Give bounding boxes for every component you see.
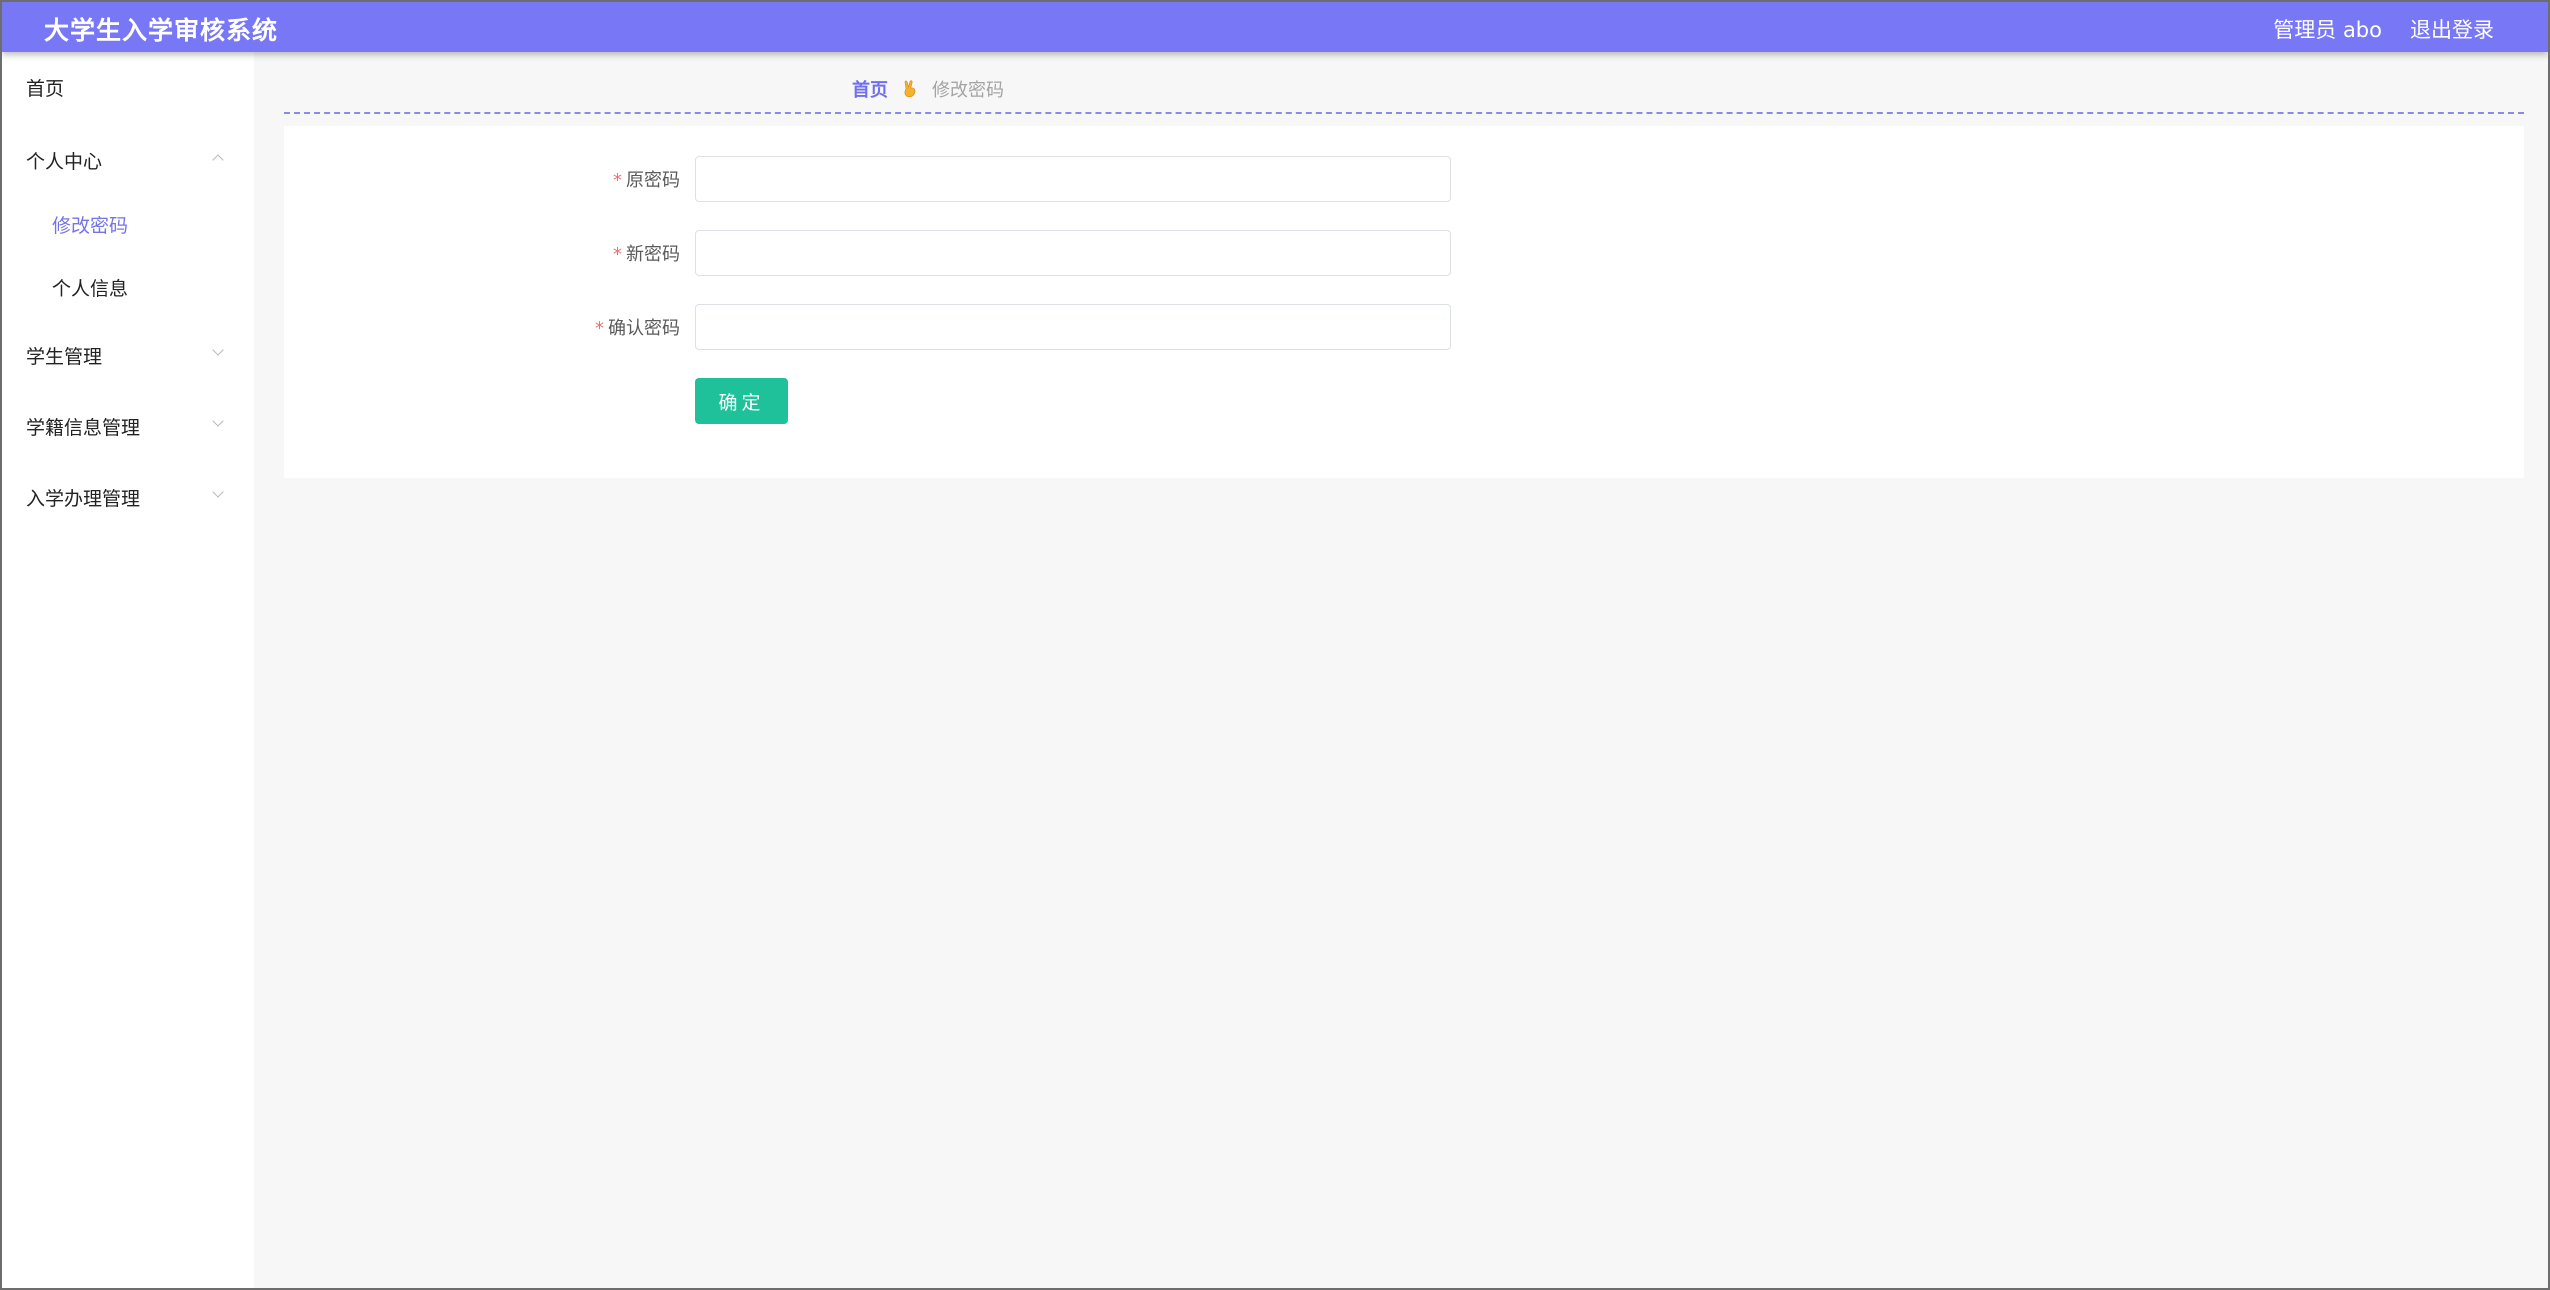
current-user: 管理员 abo [2273,18,2382,42]
chevron-down-icon [212,486,224,498]
old-password-label: * 原密码 [540,166,680,192]
chevron-down-icon [212,344,224,356]
victory-hand-icon [902,80,918,98]
app-title: 大学生入学审核系统 [44,16,279,45]
new-password-input[interactable] [695,230,1451,276]
sidebar-item-enroll-info-mgmt[interactable]: 学籍信息管理 [26,413,140,440]
confirm-password-label-text: 确认密码 [608,318,680,339]
confirm-password-label: * 确认密码 [540,314,680,340]
breadcrumb-home[interactable]: 首页 [852,76,888,102]
old-password-label-text: 原密码 [626,170,680,191]
sidebar-item-home[interactable]: 首页 [26,74,64,101]
new-password-label: * 新密码 [540,240,680,266]
breadcrumb: 首页 修改密码 [852,76,1004,102]
sidebar-item-personal-center[interactable]: 个人中心 [26,147,102,174]
required-mark: * [595,318,604,339]
logout-button[interactable]: 退出登录 [2410,14,2494,44]
confirm-password-input[interactable] [695,304,1451,350]
change-password-form: * 原密码 * 新密码 * 确认密码 确定 [284,126,2524,478]
submit-button[interactable]: 确定 [695,378,788,424]
sidebar: 首页 个人中心 修改密码 个人信息 学生管理 学籍信息管理 入学办理管理 [2,52,254,1288]
old-password-input[interactable] [695,156,1451,202]
breadcrumb-divider [284,112,2524,114]
top-bar: 大学生入学审核系统 管理员 abo 退出登录 [2,2,2548,52]
chevron-up-icon [212,154,224,166]
required-mark: * [613,170,622,191]
breadcrumb-current: 修改密码 [932,80,1004,101]
app-window: 大学生入学审核系统 管理员 abo 退出登录 首页 个人中心 修改密码 个人信息… [0,0,2550,1290]
chevron-down-icon [212,415,224,427]
new-password-label-text: 新密码 [626,244,680,265]
sidebar-subitem-personal-info[interactable]: 个人信息 [52,274,128,301]
required-mark: * [613,244,622,265]
sidebar-subitem-change-password[interactable]: 修改密码 [52,211,128,238]
sidebar-item-admission-mgmt[interactable]: 入学办理管理 [26,484,140,511]
sidebar-item-student-mgmt[interactable]: 学生管理 [26,342,102,369]
